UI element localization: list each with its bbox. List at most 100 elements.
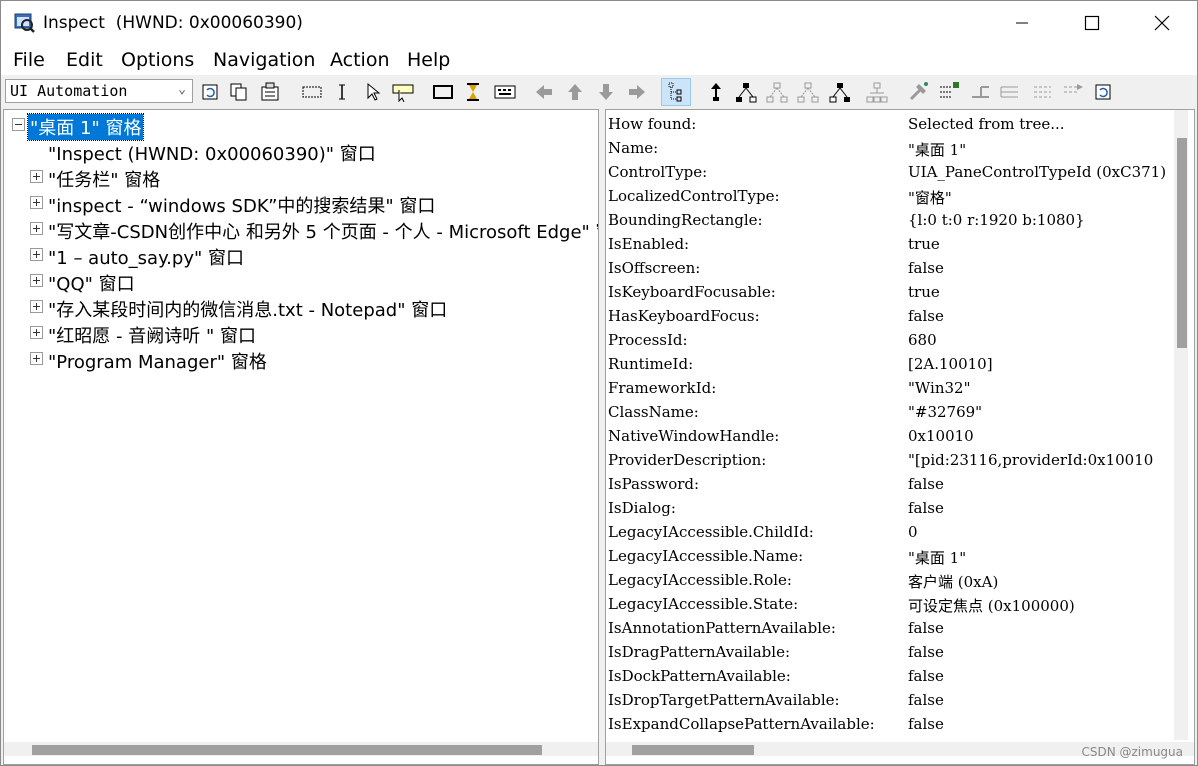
property-key: Name: [608, 139, 659, 157]
navigate-first-child-icon[interactable] [734, 81, 758, 103]
property-key: LegacyIAccessible.Role: [608, 571, 792, 589]
tree-horizontal-scrollbar[interactable] [4, 742, 598, 756]
property-value: 0x10010 [908, 427, 974, 445]
property-key: How found: [608, 115, 697, 133]
properties-pane[interactable]: How found: Selected from tree... Name: "桌面 … [605, 109, 1195, 765]
pointer-icon[interactable] [361, 81, 385, 103]
property-key: IsEnabled: [608, 235, 690, 253]
property-value: false [908, 499, 944, 517]
arrow-down-icon[interactable] [594, 81, 618, 103]
expand-icon[interactable] [30, 352, 43, 365]
tree-item-label[interactable]: "写文章-CSDN创作中心 和另外 5 个页面 - 个人 - Microsoft… [48, 218, 598, 242]
tooltip-icon[interactable] [391, 81, 415, 103]
property-value: [2A.10010] [908, 355, 993, 373]
navigate-prev-sibling-icon[interactable] [796, 81, 820, 103]
watch-icon[interactable] [937, 81, 961, 103]
action-2-icon[interactable] [998, 81, 1022, 103]
rectangle-select-icon[interactable] [300, 81, 324, 103]
property-key: IsAnnotationPatternAvailable: [608, 619, 836, 637]
property-value: false [908, 667, 944, 685]
tree-item-label[interactable]: "红昭愿 - 音阙诗听 " 窗口 [48, 322, 256, 348]
navigate-ancestor-icon[interactable] [865, 81, 889, 103]
expand-icon[interactable] [30, 222, 43, 235]
action-1-icon[interactable] [969, 81, 993, 103]
property-value: false [908, 715, 944, 733]
chevron-down-icon: ⌄ [178, 82, 186, 97]
tree-item-label[interactable]: "任务栏" 窗格 [48, 166, 160, 192]
navigate-parent-icon[interactable] [704, 81, 728, 103]
title-bar[interactable]: Inspect (HWND: 0x00060390) [1, 1, 1197, 45]
expand-icon[interactable] [30, 274, 43, 287]
scrollbar-thumb[interactable] [32, 745, 542, 755]
refresh-icon[interactable] [198, 81, 222, 103]
expand-icon[interactable] [30, 248, 43, 261]
menu-file[interactable]: File [13, 49, 45, 71]
property-value: false [908, 643, 944, 661]
tree-item[interactable]: "写文章-CSDN创作中心 和另外 5 个页面 - 个人 - Microsoft… [4, 216, 598, 242]
action-3-icon[interactable] [1031, 81, 1055, 103]
collapse-icon[interactable] [12, 118, 25, 131]
keyboard-icon[interactable] [493, 81, 517, 103]
arrow-left-icon[interactable] [532, 81, 556, 103]
property-key: LegacyIAccessible.State: [608, 595, 799, 613]
property-value: "桌面 1" [908, 141, 967, 159]
mode-dropdown-value: UI Automation [10, 82, 128, 100]
properties-vertical-scrollbar[interactable] [1174, 110, 1188, 740]
mode-dropdown[interactable]: UI Automation ⌄ [5, 79, 193, 103]
property-key: ClassName: [608, 403, 699, 421]
property-value: true [908, 235, 940, 253]
maximize-button[interactable] [1057, 1, 1127, 45]
hourglass-icon[interactable] [461, 81, 485, 103]
property-value: 0 [908, 523, 918, 541]
maximize-icon [1084, 15, 1100, 31]
properties-icon[interactable] [259, 81, 283, 103]
property-value: 可设定焦点 (0x100000) [908, 597, 1075, 615]
arrow-up-icon[interactable] [563, 81, 587, 103]
menu-action[interactable]: Action [330, 49, 390, 71]
menu-navigation[interactable]: Navigation [213, 49, 315, 71]
copy-icon[interactable] [227, 81, 251, 103]
property-key: ProviderDescription: [608, 451, 767, 469]
tree-item-label[interactable]: "Program Manager" 窗格 [48, 348, 267, 374]
property-value: 680 [908, 331, 937, 349]
property-value: "窗格" [908, 189, 952, 207]
tree-item-label[interactable]: "1 – auto_say.py" 窗口 [48, 244, 244, 270]
arrow-right-icon[interactable] [625, 81, 649, 103]
property-value: {l:0 t:0 r:1920 b:1080} [908, 211, 1085, 229]
tree-item-label[interactable]: "QQ" 窗口 [48, 270, 135, 296]
expand-icon[interactable] [30, 170, 43, 183]
refresh-tree-icon[interactable] [1091, 81, 1115, 103]
property-value: false [908, 619, 944, 637]
highlight-icon[interactable] [906, 81, 930, 103]
tree-item-label[interactable]: "Inspect (HWND: 0x00060390)" 窗口 [48, 140, 376, 166]
navigate-next-sibling-icon[interactable] [765, 81, 789, 103]
focus-rect-icon[interactable] [431, 81, 455, 103]
tree-item-label[interactable]: "inspect - “windows SDK”中的搜索结果" 窗口 [48, 192, 435, 218]
property-value: "#32769" [908, 403, 983, 421]
navigate-last-child-icon[interactable] [828, 81, 852, 103]
expand-icon[interactable] [30, 326, 43, 339]
menu-options[interactable]: Options [121, 49, 194, 71]
property-key: ControlType: [608, 163, 708, 181]
minimize-button[interactable] [987, 1, 1057, 45]
watermark: CSDN @zimugua [1081, 745, 1183, 759]
action-4-icon[interactable] [1061, 81, 1085, 103]
property-key: RuntimeId: [608, 355, 694, 373]
property-key: IsDialog: [608, 499, 676, 517]
property-key: NativeWindowHandle: [608, 427, 780, 445]
tree-item-label[interactable]: "存入某段时间内的微信消息.txt - Notepad" 窗口 [48, 296, 447, 322]
menu-help[interactable]: Help [407, 49, 450, 71]
expand-icon[interactable] [30, 300, 43, 313]
expand-icon[interactable] [30, 196, 43, 209]
tree-view-icon[interactable] [661, 78, 691, 106]
tree-item-label[interactable]: "桌面 1" 窗格 [26, 113, 145, 141]
property-key: IsExpandCollapsePatternAvailable: [608, 715, 875, 733]
menu-edit[interactable]: Edit [66, 49, 103, 71]
element-tree-pane[interactable]: "桌面 1" 窗格 "Inspect (HWND: 0x00060390)" 窗… [3, 109, 599, 765]
scrollbar-thumb[interactable] [1177, 138, 1187, 348]
property-value: false [908, 259, 944, 277]
close-button[interactable] [1127, 1, 1197, 45]
scrollbar-thumb[interactable] [632, 745, 754, 755]
text-cursor-icon[interactable] [330, 81, 354, 103]
property-value: 客户端 (0xA) [908, 573, 999, 591]
